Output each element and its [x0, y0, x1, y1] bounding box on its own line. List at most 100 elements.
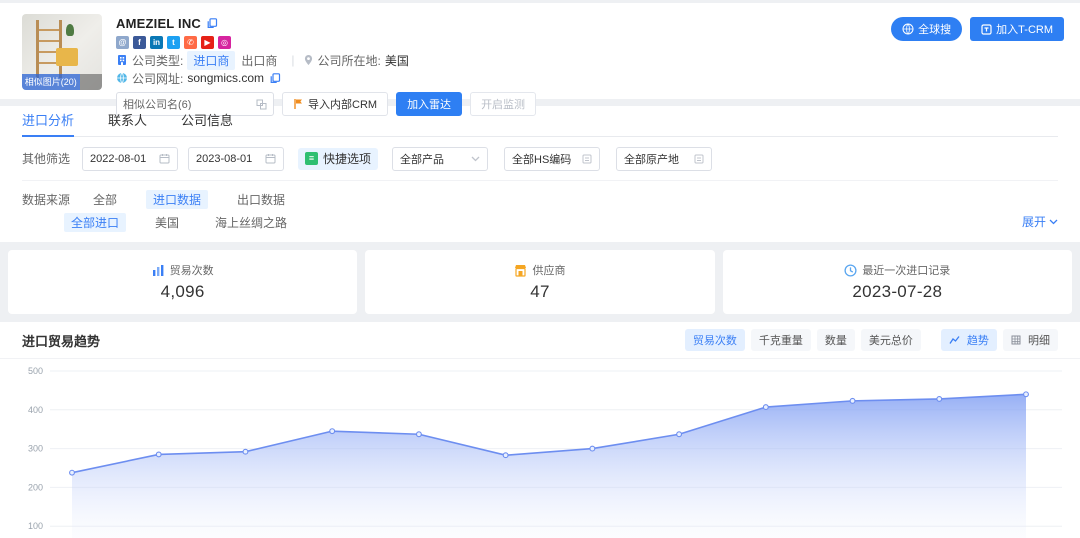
analysis-panel: 进口分析 联系人 公司信息 其他筛选 2022-08-01 2023-08-01 ≡…	[0, 106, 1080, 242]
youtube-icon[interactable]: ▶	[201, 36, 214, 49]
calendar-icon	[265, 153, 276, 164]
copy-icon[interactable]	[270, 73, 281, 84]
twitter-icon[interactable]: t	[167, 36, 180, 49]
location-label: 公司所在地:	[318, 52, 381, 69]
import-trend-card: 进口贸易趋势 贸易次数千克重量数量美元总价 趋势 明细 010020030040…	[0, 322, 1080, 538]
linkedin-icon[interactable]: in	[150, 36, 163, 49]
chevron-down-icon	[471, 156, 480, 162]
data-source-block: 数据来源 全部 进口数据 出口数据 全部进口 美国 海上丝绸之路 展开	[22, 181, 1058, 242]
stat-label: 最近一次进口记录	[862, 262, 950, 278]
copy-icon[interactable]	[207, 18, 218, 29]
metric-button-quantity[interactable]: 数量	[817, 329, 855, 351]
add-radar-button[interactable]: 加入雷达	[396, 92, 462, 116]
data-source-export-data[interactable]: 出口数据	[230, 190, 292, 209]
bar-chart-icon	[152, 264, 165, 277]
phone-icon[interactable]: ✆	[184, 36, 197, 49]
quick-options-button[interactable]: ≡ 快捷选项	[298, 148, 378, 170]
data-source-label: 数据来源	[22, 191, 70, 208]
clock-icon	[844, 264, 857, 277]
svg-text:200: 200	[28, 482, 43, 492]
supplier-icon	[514, 264, 527, 277]
quick-option-icon: ≡	[305, 152, 318, 165]
globe-icon	[116, 72, 128, 84]
data-source-secondary: 全部进口 美国 海上丝绸之路	[64, 213, 316, 232]
stat-card-last-import: 最近一次进口记录 2023-07-28	[723, 250, 1072, 314]
tab-contacts[interactable]: 联系人	[108, 106, 147, 136]
thumbnail-art-plant	[66, 24, 74, 36]
global-search-button[interactable]: 全球搜	[891, 17, 962, 41]
chart-toolbar: 贸易次数千克重量数量美元总价 趋势 明细	[679, 329, 1058, 351]
website-link[interactable]: songmics.com	[187, 71, 264, 85]
metric-button-usd-total[interactable]: 美元总价	[861, 329, 921, 351]
expand-link[interactable]: 展开	[1022, 213, 1058, 230]
company-type-importer[interactable]: 进口商	[187, 51, 235, 70]
company-thumbnail[interactable]: 相似图片(20)	[22, 14, 102, 90]
other-filters-label: 其他筛选	[22, 150, 70, 167]
product-select[interactable]: 全部产品	[392, 147, 488, 171]
company-type-exporter[interactable]: 出口商	[235, 51, 283, 70]
similar-images-badge[interactable]: 相似图片(20)	[22, 74, 80, 90]
filter-row: 其他筛选 2022-08-01 2023-08-01 ≡ 快捷选项 全部产品 全…	[22, 137, 1058, 180]
data-source-import-data[interactable]: 进口数据	[146, 190, 208, 209]
date-to-input[interactable]: 2023-08-01	[188, 147, 284, 171]
company-name: AMEZIEL INC	[116, 16, 201, 31]
trend-chart: 01002003004005002022-082022-092022-10202…	[0, 359, 1080, 538]
tab-import-analysis[interactable]: 进口分析	[22, 106, 74, 136]
tab-company-info[interactable]: 公司信息	[181, 106, 233, 136]
stat-label: 贸易次数	[170, 262, 214, 278]
tcrm-icon	[981, 24, 992, 35]
svg-text:300: 300	[28, 444, 43, 454]
origin-select[interactable]: 全部原产地	[616, 147, 712, 171]
stat-value: 2023-07-28	[852, 282, 942, 302]
company-type-label: 公司类型:	[132, 52, 183, 69]
start-monitor-button[interactable]: 开启监测	[470, 92, 536, 116]
date-from-input[interactable]: 2022-08-01	[82, 147, 178, 171]
svg-text:500: 500	[28, 366, 43, 376]
view-button-detail[interactable]: 明细	[1003, 329, 1058, 351]
similar-expand-icon[interactable]	[256, 99, 267, 110]
thumbnail-art-box	[56, 48, 78, 66]
header-actions: 全球搜 加入T-CRM	[883, 17, 1064, 41]
flag-icon	[293, 98, 304, 110]
import-crm-button[interactable]: 导入内部CRM	[282, 92, 388, 116]
stat-cards: 贸易次数 4,096 供应商 47 最近一次进口记录 2023-07-28	[8, 250, 1072, 314]
building-icon	[116, 54, 128, 66]
hs-code-select[interactable]: 全部HS编码	[504, 147, 600, 171]
calendar-icon	[159, 153, 170, 164]
data-source-all[interactable]: 全部	[86, 190, 124, 209]
view-button-trend[interactable]: 趋势	[941, 329, 997, 351]
chart-title: 进口贸易趋势	[22, 331, 100, 350]
svg-text:400: 400	[28, 405, 43, 415]
website-icon[interactable]: @	[116, 36, 129, 49]
list-icon	[582, 154, 592, 164]
stat-label: 供应商	[532, 262, 565, 278]
facebook-icon[interactable]: f	[133, 36, 146, 49]
stat-card-suppliers: 供应商 47	[365, 250, 714, 314]
data-source-all-import[interactable]: 全部进口	[64, 213, 126, 232]
view-button-group: 趋势 明细	[935, 329, 1058, 351]
data-source-primary: 全部 进口数据 出口数据	[86, 190, 314, 209]
stat-value: 47	[530, 282, 550, 302]
website-label: 公司网址:	[132, 70, 183, 87]
page: 相似图片(20) AMEZIEL INC @fint✆▶◎ 公司类型: 进口商 …	[0, 3, 1080, 538]
location-value: 美国	[385, 52, 409, 69]
metric-button-kg-weight[interactable]: 千克重量	[751, 329, 811, 351]
data-source-usa[interactable]: 美国	[148, 213, 186, 232]
globe-icon	[902, 23, 914, 35]
company-header: 相似图片(20) AMEZIEL INC @fint✆▶◎ 公司类型: 进口商 …	[0, 3, 1080, 99]
metric-button-trade-count[interactable]: 贸易次数	[685, 329, 745, 351]
join-tcrm-button[interactable]: 加入T-CRM	[970, 17, 1064, 41]
stat-card-trade-count: 贸易次数 4,096	[8, 250, 357, 314]
metric-button-group: 贸易次数千克重量数量美元总价	[679, 329, 921, 351]
instagram-icon[interactable]: ◎	[218, 36, 231, 49]
stat-value: 4,096	[161, 282, 205, 302]
location-icon	[303, 54, 314, 66]
thumbnail-corner-badge	[80, 74, 102, 90]
list-icon	[694, 154, 704, 164]
area-chart: 01002003004005002022-082022-092022-10202…	[0, 359, 1080, 538]
chevron-down-icon	[1049, 219, 1058, 225]
data-source-maritime-silk-road[interactable]: 海上丝绸之路	[208, 213, 294, 232]
table-icon	[1011, 335, 1021, 345]
line-chart-icon	[949, 335, 960, 345]
separator: |	[291, 53, 294, 67]
